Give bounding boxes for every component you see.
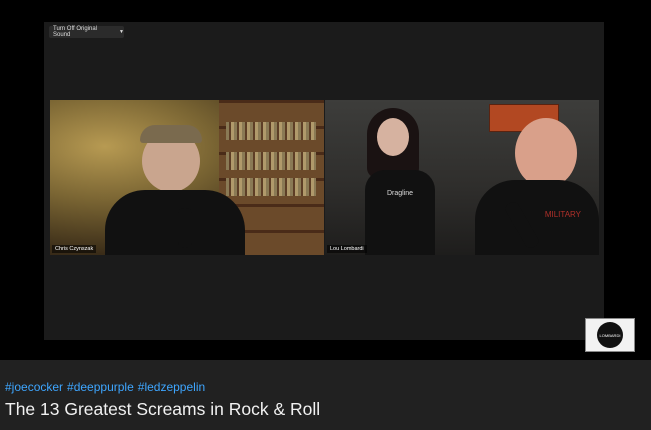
video-player[interactable]: Turn Off Original Sound ▼ Chris Czynszak…: [0, 0, 651, 360]
hashtag-link[interactable]: #ledzeppelin: [138, 380, 205, 394]
participant-tile-lou: Dragline MILITARY Lou Lombardi: [325, 100, 599, 255]
hashtag-link[interactable]: #deeppurple: [67, 380, 134, 394]
books-row: [226, 122, 316, 140]
participant-face-inner: [377, 118, 409, 156]
channel-logo[interactable]: LOMBARDI: [585, 318, 635, 352]
hashtag-link[interactable]: #joecocker: [5, 380, 63, 394]
turn-off-original-sound-button[interactable]: Turn Off Original Sound ▼: [49, 26, 124, 38]
participant-name-label: Chris Czynszak: [52, 245, 97, 253]
participant-shirt: [105, 190, 245, 255]
shirt-dragline: Dragline: [365, 170, 435, 255]
participant-name-label: Lou Lombardi: [327, 245, 367, 253]
cap: [140, 125, 202, 143]
dropdown-caret-icon[interactable]: ▼: [119, 29, 124, 35]
logo-disc-icon: LOMBARDI: [597, 322, 623, 348]
participant-tile-chris: Chris Czynszak: [50, 100, 324, 255]
video-title: The 13 Greatest Screams in Rock & Roll: [5, 399, 321, 419]
hashtag-list: #joecocker #deeppurple #ledzeppelin: [5, 380, 209, 394]
books-row: [226, 152, 316, 170]
participant-face: [515, 118, 577, 188]
microphone: [178, 208, 192, 248]
books-row: [226, 178, 316, 196]
sound-button-label: Turn Off Original Sound: [53, 26, 98, 38]
